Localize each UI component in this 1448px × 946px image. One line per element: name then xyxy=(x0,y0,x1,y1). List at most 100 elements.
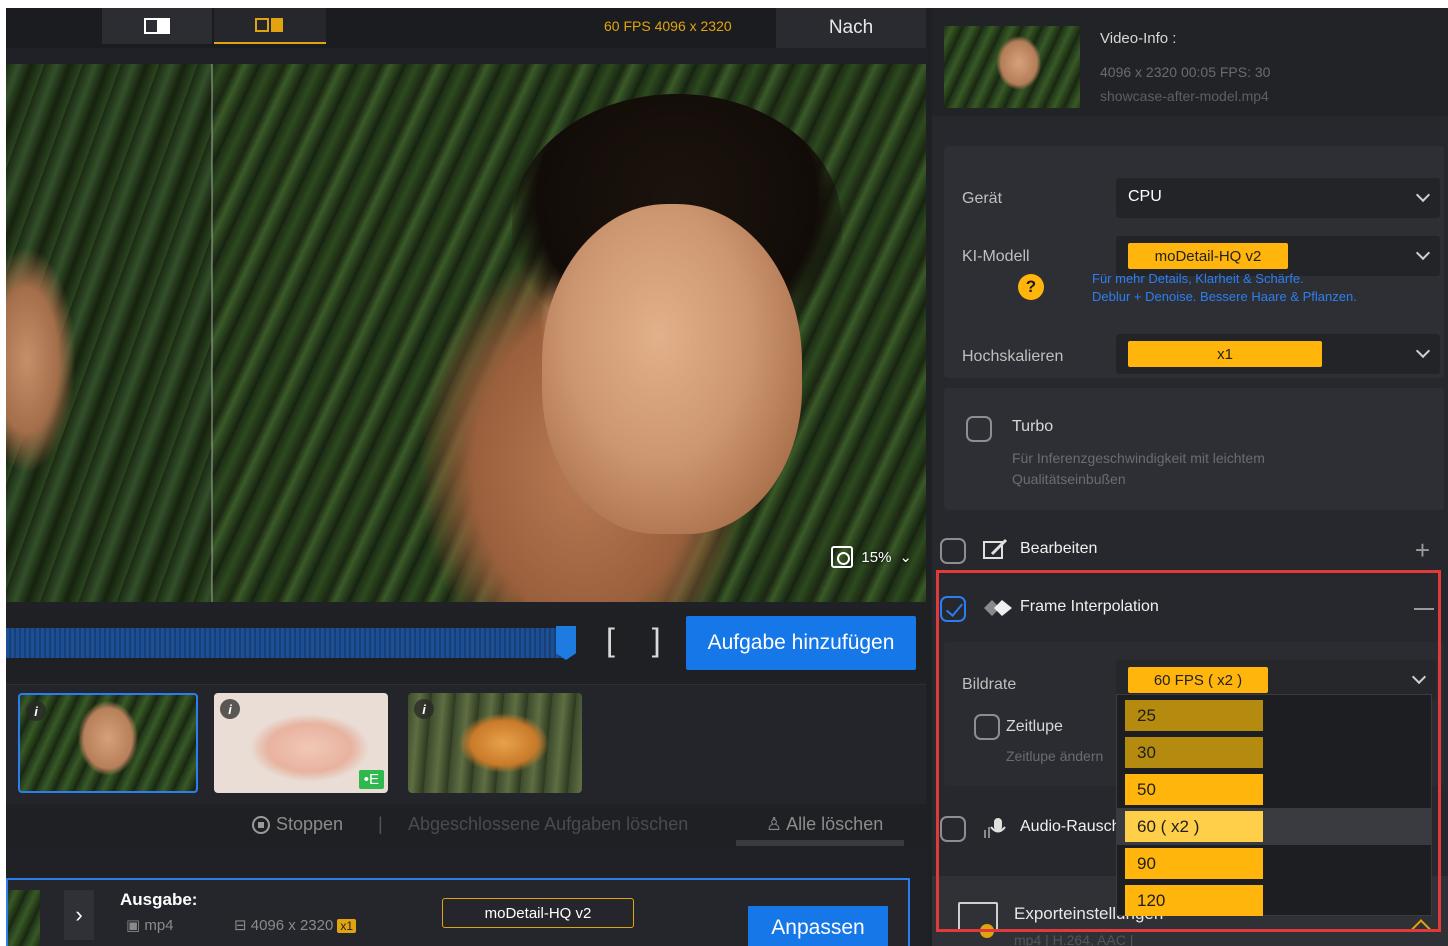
device-label: Gerät xyxy=(962,190,1003,207)
slowmo-description: Zeitlupe ändern xyxy=(1006,748,1104,764)
turbo-description: Für Inferenzgeschwindigkeit mit leichtem… xyxy=(1012,450,1265,487)
framerate-value: 60 FPS ( x2 ) xyxy=(1128,667,1268,693)
timeline-track[interactable] xyxy=(6,628,566,658)
scrollbar[interactable] xyxy=(736,840,904,846)
fps-option-selected[interactable]: 60 ( x2 ) xyxy=(1117,808,1431,845)
turbo-title: Turbo xyxy=(1012,418,1054,435)
stop-label: Stoppen xyxy=(276,814,344,834)
model-desc-line2: Deblur + Denoise. Bessere Haare & Pflanz… xyxy=(1092,289,1357,304)
fps-option-label: 90 xyxy=(1125,848,1263,879)
side-by-side-icon xyxy=(255,17,285,33)
trim-brackets[interactable]: [ ] xyxy=(606,622,675,659)
device-select[interactable]: CPU xyxy=(1116,178,1440,218)
after-frame xyxy=(212,64,926,602)
slowmo-checkbox[interactable] xyxy=(974,714,1000,740)
scale-badge: x1 xyxy=(337,919,357,933)
export-icon xyxy=(958,902,998,938)
status-badge: •E xyxy=(358,770,384,789)
zoom-control[interactable]: 15% ⌄ xyxy=(831,546,912,568)
chevron-right-icon: › xyxy=(75,902,83,927)
stop-icon xyxy=(252,815,270,834)
slowmo-title: Zeitlupe xyxy=(1006,718,1063,735)
model-description: Für mehr Details, Klarheit & Schärfe. De… xyxy=(1092,270,1432,306)
frame-interpolation-checkbox[interactable] xyxy=(940,596,966,622)
thumbnail-baby[interactable]: i •E xyxy=(214,693,388,793)
info-icon[interactable]: i xyxy=(26,701,46,721)
side-by-side-tab[interactable] xyxy=(214,8,326,44)
model-label: KI-Modell xyxy=(962,248,1030,265)
video-info-title: Video-Info : xyxy=(1100,30,1177,47)
upscale-label: Hochskalieren xyxy=(962,348,1064,365)
zoom-value: 15% xyxy=(861,548,892,566)
customize-button[interactable]: Anpassen xyxy=(748,906,888,946)
task-controls: Stoppen | Abgeschlossene Aufgaben lösche… xyxy=(6,808,926,846)
edit-feature-row[interactable]: Bearbeiten + xyxy=(932,526,1448,576)
view-toolbar: 60 FPS 4096 x 2320 Nach xyxy=(6,8,926,48)
export-subtitle: mp4 | H.264, AAC | xyxy=(1014,932,1134,946)
video-info-details: 4096 x 2320 00:05 FPS: 30 xyxy=(1100,64,1271,80)
video-preview[interactable]: 15% ⌄ xyxy=(6,64,926,602)
output-format: ▣ mp4 xyxy=(126,917,174,934)
microphone-icon xyxy=(982,816,1010,840)
thumbnail-portrait[interactable]: i xyxy=(18,693,198,793)
frame-interpolation-row[interactable]: Frame Interpolation xyxy=(932,584,1448,634)
fps-option[interactable]: 90 xyxy=(1117,845,1431,882)
fps-option[interactable]: 25 xyxy=(1117,697,1431,734)
compare-divider[interactable] xyxy=(211,64,213,602)
add-task-button[interactable]: Aufgabe hinzufügen xyxy=(686,616,916,670)
zoom-icon xyxy=(831,546,854,568)
edit-icon xyxy=(982,538,1010,562)
fps-option-label: 25 xyxy=(1125,700,1263,731)
audio-checkbox[interactable] xyxy=(940,816,966,842)
delete-all-button[interactable]: ♙ Alle löschen xyxy=(766,814,883,835)
playhead-handle[interactable] xyxy=(556,626,576,660)
fps-option-label: 50 xyxy=(1125,774,1263,805)
model-desc-line1: Für mehr Details, Klarheit & Schärfe. xyxy=(1092,271,1304,286)
upscale-select[interactable]: x1 xyxy=(1116,334,1440,374)
turbo-section: Turbo Für Inferenzgeschwindigkeit mit le… xyxy=(944,388,1444,510)
fps-option-label: 60 ( x2 ) xyxy=(1125,811,1263,842)
fps-option[interactable]: 50 xyxy=(1117,771,1431,808)
fps-option[interactable]: 120 xyxy=(1117,882,1431,919)
frame-interpolation-label: Frame Interpolation xyxy=(1020,598,1159,615)
fps-option-label: 120 xyxy=(1125,885,1263,916)
chevron-up-icon[interactable] xyxy=(1411,919,1431,939)
edit-checkbox[interactable] xyxy=(940,538,966,564)
thumbnail-tiger[interactable]: i xyxy=(408,693,582,793)
timeline: [ ] Aufgabe hinzufügen xyxy=(6,608,926,680)
output-label: Ausgabe: xyxy=(120,890,198,909)
plus-icon[interactable]: + xyxy=(1415,537,1430,563)
chevron-down-icon xyxy=(1411,669,1427,685)
fps-option[interactable]: 30 xyxy=(1117,734,1431,771)
split-view-icon xyxy=(144,18,170,34)
chevron-down-icon: ⌄ xyxy=(899,549,912,566)
media-thumbnails: i i •E i xyxy=(6,684,926,804)
after-label: Nach xyxy=(776,8,926,48)
fps-option-label: 30 xyxy=(1125,737,1263,768)
stop-button[interactable]: Stoppen xyxy=(252,814,343,835)
divider: | xyxy=(378,814,383,834)
output-resolution: ⊟ 4096 x 2320 x1 xyxy=(234,916,357,934)
video-filename: showcase-after-model.mp4 xyxy=(1100,88,1269,104)
format-value: mp4 xyxy=(144,917,174,934)
delete-completed-button[interactable]: Abgeschlossene Aufgaben löschen xyxy=(408,814,688,835)
output-task-card: › Ausgabe: ▣ mp4 ⊟ 4096 x 2320 x1 moDetai… xyxy=(6,878,910,946)
turbo-checkbox[interactable] xyxy=(966,416,992,442)
output-model-tag: moDetail-HQ v2 xyxy=(442,898,634,928)
info-icon[interactable]: i xyxy=(220,699,240,719)
broom-icon: ♙ xyxy=(766,814,783,834)
info-icon[interactable]: i xyxy=(414,699,434,719)
expand-arrow-button[interactable]: › xyxy=(64,890,94,940)
collapse-icon[interactable] xyxy=(1414,608,1434,610)
video-thumbnail xyxy=(944,26,1080,108)
frame-interpolation-icon xyxy=(982,596,1012,620)
video-info: Video-Info : 4096 x 2320 00:05 FPS: 30 s… xyxy=(932,8,1448,116)
resolution-value: 4096 x 2320 xyxy=(250,917,334,934)
split-view-tab[interactable] xyxy=(102,8,212,44)
framerate-dropdown-list: 25 30 50 60 ( x2 ) 90 120 xyxy=(1116,694,1432,916)
edit-label: Bearbeiten xyxy=(1020,540,1098,557)
upscale-value: x1 xyxy=(1128,341,1322,367)
framerate-label: Bildrate xyxy=(962,676,1017,693)
help-icon[interactable]: ? xyxy=(1018,274,1044,300)
delete-all-label: Alle löschen xyxy=(786,814,884,834)
